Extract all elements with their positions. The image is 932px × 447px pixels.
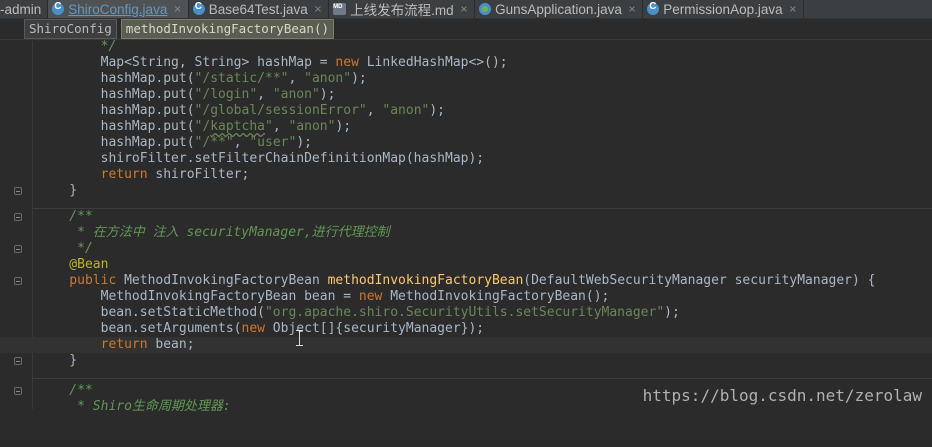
tab-base64test[interactable]: Base64Test.java × [189,0,330,18]
spring-boot-class-icon [479,3,492,15]
tab-release-process-md[interactable]: 上线发布流程.md × [329,0,476,18]
tab-label: GunsApplication.java [495,1,622,17]
tab-label: PermissionAop.java [663,1,783,17]
tab-label: Base64Test.java [208,1,308,17]
watermark: https://blog.csdn.net/zerolaw [642,386,922,405]
code-line: } [0,183,932,199]
code-line: hashMap.put("/login", "anon"); [38,87,336,102]
text-cursor-icon [296,330,304,346]
code-line: hashMap.put("/kaptcha", "anon"); [38,119,352,134]
method-separator [33,378,932,379]
close-tab-icon[interactable]: × [173,4,181,15]
tab-label: -admin [0,1,42,17]
tab-shiroconfig[interactable]: ShiroConfig.java × [48,0,189,18]
close-tab-icon[interactable]: × [628,4,636,15]
tab-permissionaop[interactable]: PermissionAop.java × [643,0,804,18]
close-tab-icon[interactable]: × [789,4,797,15]
code-line: */ [38,39,117,54]
code-line: */ [0,241,932,257]
code-editor[interactable]: */ Map<String, String> hashMap = new Lin… [0,39,932,414]
code-line: } [0,353,932,369]
breadcrumb: ShiroConfig methodInvokingFactoryBean() [0,19,932,40]
tab-admin[interactable]: -admin [0,0,49,18]
code-line-current: return bean; [0,337,932,353]
java-class-icon [192,1,205,15]
tab-label: ShiroConfig.java [68,1,168,17]
code-line: hashMap.put("/static/**", "anon"); [38,71,367,86]
code-line: hashMap.put("/global/sessionError", "ano… [38,103,446,118]
code-line: public MethodInvokingFactoryBean methodI… [0,273,932,289]
code-line: /** [0,209,932,225]
java-class-icon [52,1,65,15]
fold-toggle-icon[interactable] [14,245,22,253]
code-line: return shiroFilter; [38,167,250,182]
fold-toggle-icon[interactable] [14,187,22,195]
editor-tab-bar: -admin ShiroConfig.java × Base64Test.jav… [0,0,932,19]
code-line: @Bean [38,257,109,272]
tab-label: 上线发布流程.md [350,3,454,18]
code-line: shiroFilter.setFilterChainDefinitionMap(… [38,151,485,166]
fold-toggle-icon[interactable] [14,387,22,395]
fold-toggle-icon[interactable] [14,277,22,285]
code-line: MethodInvokingFactoryBean bean = new Met… [38,289,610,304]
close-tab-icon[interactable]: × [460,4,468,15]
breadcrumb-method[interactable]: methodInvokingFactoryBean() [120,19,334,39]
typo-highlight: kaptcha [210,119,265,134]
code-line: bean.setStaticMethod("org.apache.shiro.S… [38,305,680,320]
markdown-file-icon [333,3,347,15]
code-line: Map<String, String> hashMap = new Linked… [38,55,508,70]
code-line: bean.setArguments(new Object[]{securityM… [38,321,485,336]
breadcrumb-class[interactable]: ShiroConfig [24,19,117,39]
tab-gunsapplication[interactable]: GunsApplication.java × [475,0,644,18]
fold-toggle-icon[interactable] [14,213,22,221]
java-class-icon [647,1,660,15]
fold-toggle-icon[interactable] [14,357,22,365]
code-line: hashMap.put("/**", "user"); [38,135,312,150]
close-tab-icon[interactable]: × [314,4,322,15]
code-line: * 在方法中 注入 securityManager,进行代理控制 [38,225,390,240]
